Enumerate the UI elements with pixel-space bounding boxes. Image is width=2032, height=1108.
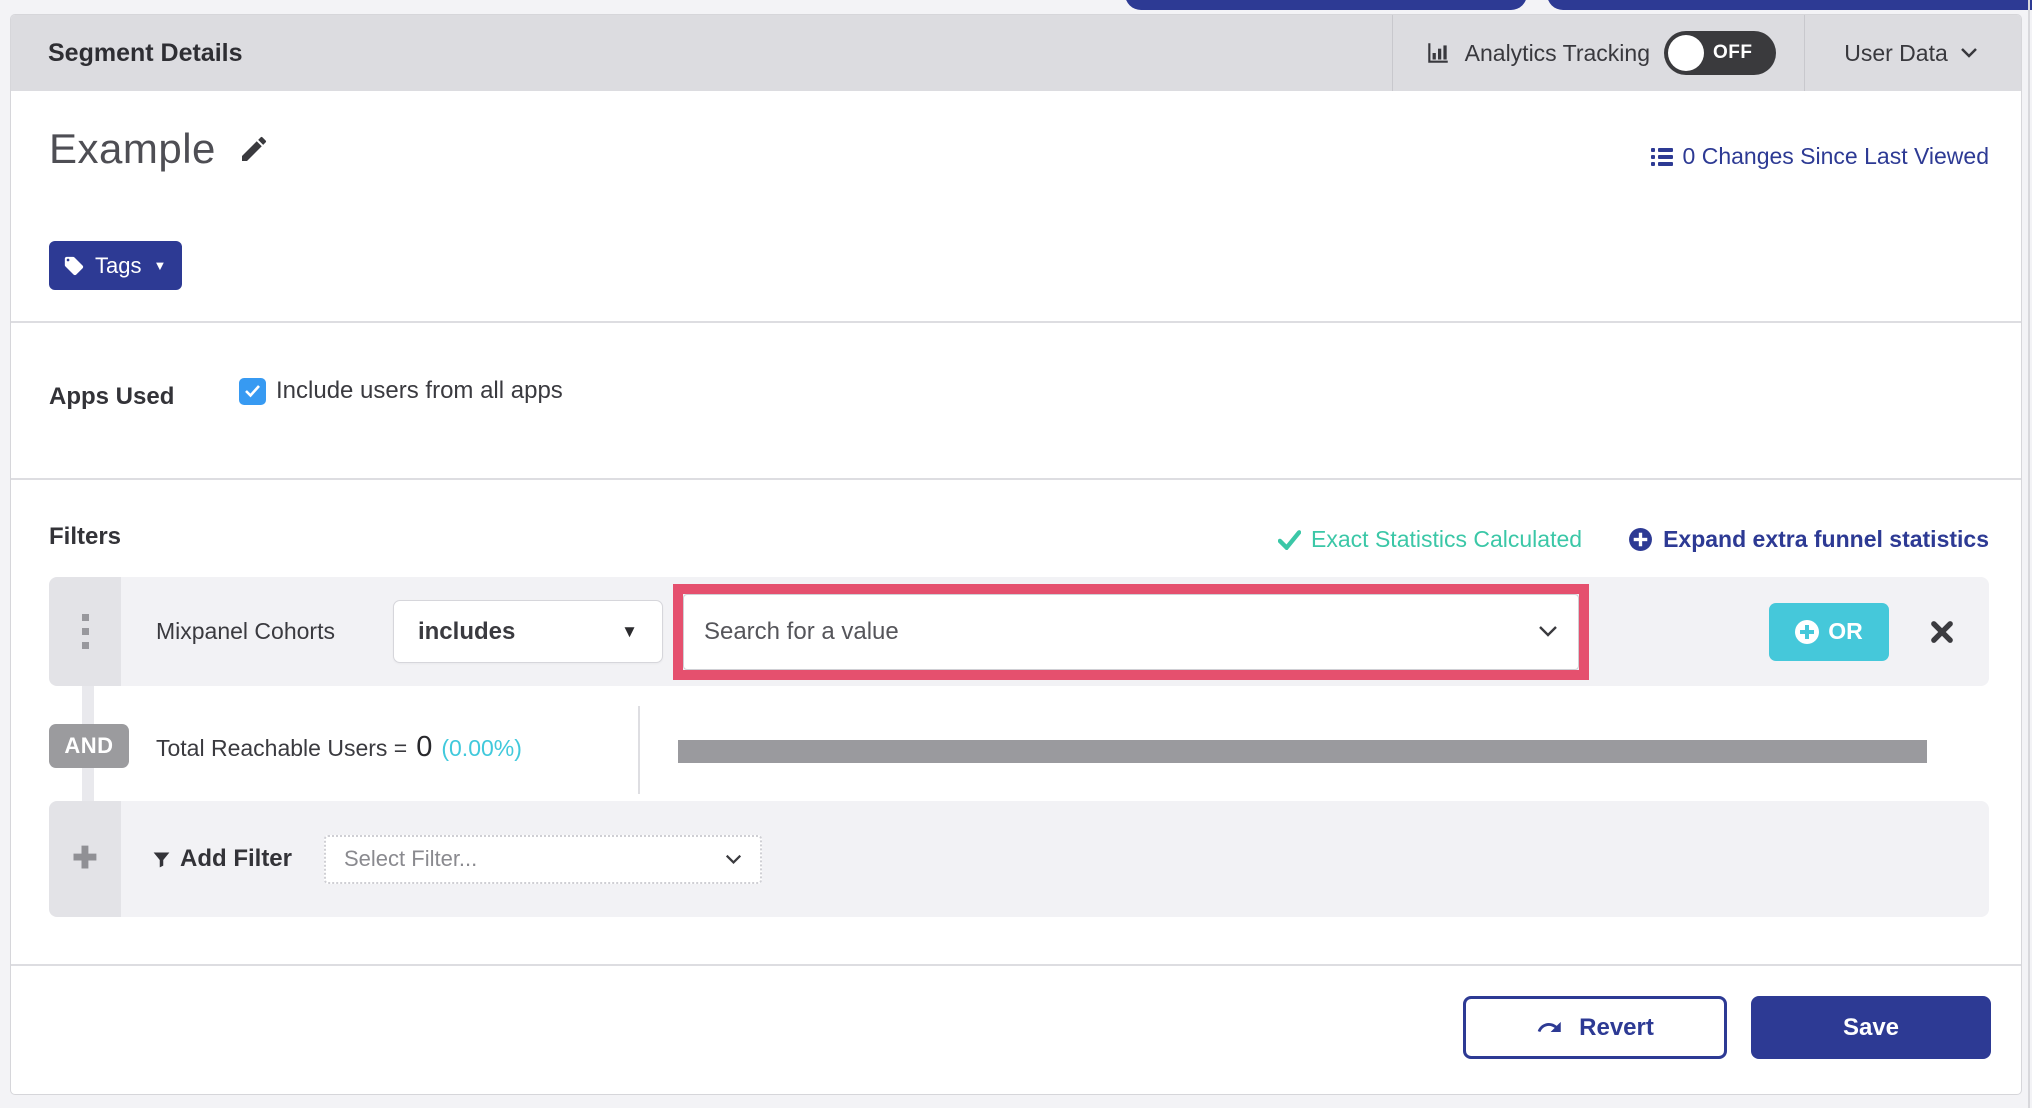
include-all-apps-checkbox[interactable] bbox=[239, 377, 266, 405]
include-all-apps-row: Include users from all apps bbox=[239, 377, 563, 405]
add-or-condition-button[interactable]: OR bbox=[1769, 602, 1889, 661]
chevron-down-icon bbox=[1538, 625, 1558, 638]
drag-handle[interactable] bbox=[49, 577, 121, 686]
check-icon bbox=[1278, 529, 1302, 550]
add-filter-body: Add Filter Select Filter... bbox=[121, 801, 1989, 917]
reachable-users-bar bbox=[678, 740, 1927, 763]
filter-name-label: Mixpanel Cohorts bbox=[156, 618, 335, 644]
caret-down-icon: ▼ bbox=[621, 621, 638, 641]
plus-circle-icon bbox=[1795, 619, 1820, 644]
top-cutoff-button-right[interactable] bbox=[1547, 0, 2032, 10]
add-filter-row: ✚ Add Filter Select Filter... bbox=[49, 801, 1989, 917]
filters-section: Filters Exact Statistics Calculated Expa… bbox=[11, 478, 2021, 964]
panel-title: Segment Details bbox=[48, 38, 243, 67]
analytics-tracking-group: Analytics Tracking OFF bbox=[1393, 15, 1804, 91]
tag-icon bbox=[63, 255, 85, 277]
filter-row: Mixpanel Cohorts includes ▼ Search for a… bbox=[49, 577, 1989, 686]
user-data-dropdown[interactable]: User Data bbox=[1805, 15, 2021, 91]
total-reachable-label: Total Reachable Users = bbox=[156, 735, 408, 761]
bar-chart-icon bbox=[1425, 40, 1451, 66]
include-all-apps-label: Include users from all apps bbox=[276, 377, 563, 404]
revert-button-label: Revert bbox=[1579, 1013, 1654, 1041]
remove-filter-icon[interactable] bbox=[1928, 618, 1956, 646]
value-select[interactable]: Search for a value bbox=[682, 593, 1579, 670]
chevron-down-icon bbox=[1960, 47, 1978, 59]
segment-name: Example bbox=[49, 125, 270, 173]
tags-button[interactable]: Tags ▼ bbox=[49, 241, 183, 290]
total-reachable-percent: (0.00%) bbox=[441, 735, 522, 761]
value-select-placeholder: Search for a value bbox=[703, 617, 899, 645]
toggle-state-label: OFF bbox=[1713, 42, 1753, 63]
expand-funnel-statistics-label: Expand extra funnel statistics bbox=[1663, 526, 1989, 552]
segment-name-text: Example bbox=[49, 125, 216, 172]
chevron-down-icon bbox=[725, 854, 742, 865]
analytics-tracking-label: Analytics Tracking bbox=[1464, 39, 1650, 66]
select-filter-dropdown[interactable]: Select Filter... bbox=[324, 834, 762, 884]
panel-header: Segment Details Analytics Tracking OFF U… bbox=[11, 15, 2021, 91]
edit-pencil-icon[interactable] bbox=[238, 133, 270, 165]
add-filter-label-group: Add Filter bbox=[151, 845, 292, 873]
caret-down-icon: ▼ bbox=[153, 258, 167, 273]
analytics-tracking-toggle[interactable]: OFF bbox=[1664, 31, 1776, 75]
top-cutoff-button-left[interactable] bbox=[1125, 0, 1527, 10]
total-reachable-users: Total Reachable Users = 0 (0.00%) bbox=[156, 731, 522, 764]
funnel-icon bbox=[151, 849, 172, 870]
tags-button-label: Tags bbox=[95, 252, 142, 278]
filters-title: Filters bbox=[49, 523, 122, 550]
add-filter-handle: ✚ bbox=[49, 801, 121, 917]
undo-icon bbox=[1536, 1014, 1563, 1041]
title-section: Example Tags ▼ 0 Changes Since Last View… bbox=[11, 91, 2021, 321]
or-button-label: OR bbox=[1828, 618, 1863, 644]
and-badge: AND bbox=[49, 724, 129, 768]
value-select-highlight: Search for a value bbox=[672, 583, 1589, 680]
toggle-knob bbox=[1668, 35, 1704, 71]
add-filter-label: Add Filter bbox=[180, 845, 292, 872]
operator-value: includes bbox=[417, 617, 516, 645]
changes-link-label: 0 Changes Since Last Viewed bbox=[1682, 143, 1989, 169]
scrollbar[interactable] bbox=[2028, 0, 2030, 1108]
total-reachable-value: 0 bbox=[416, 731, 433, 763]
operator-select[interactable]: includes ▼ bbox=[392, 600, 663, 663]
save-button[interactable]: Save bbox=[1751, 996, 1991, 1059]
vertical-divider bbox=[638, 706, 640, 794]
plus-icon: ✚ bbox=[72, 842, 98, 875]
changelog-list-icon bbox=[1650, 146, 1674, 168]
save-button-label: Save bbox=[1842, 1013, 1900, 1041]
apps-used-label: Apps Used bbox=[49, 383, 175, 410]
exact-statistics-label: Exact Statistics Calculated bbox=[1311, 526, 1583, 552]
revert-button[interactable]: Revert bbox=[1463, 996, 1727, 1059]
filters-stats-links: Exact Statistics Calculated Expand extra… bbox=[1278, 526, 1989, 553]
filter-row-body: Mixpanel Cohorts includes ▼ Search for a… bbox=[121, 577, 1989, 686]
exact-statistics-status: Exact Statistics Calculated bbox=[1278, 526, 1582, 553]
user-data-label: User Data bbox=[1844, 39, 1948, 66]
expand-funnel-statistics-link[interactable]: Expand extra funnel statistics bbox=[1628, 526, 1989, 553]
drag-dots-icon bbox=[81, 614, 89, 649]
apps-used-section: Apps Used Include users from all apps bbox=[11, 321, 2021, 478]
segment-details-card: Segment Details Analytics Tracking OFF U… bbox=[10, 14, 2022, 1095]
select-filter-placeholder: Select Filter... bbox=[344, 846, 478, 871]
changes-since-last-viewed-link[interactable]: 0 Changes Since Last Viewed bbox=[1650, 143, 1989, 170]
plus-circle-icon bbox=[1628, 527, 1653, 552]
footer-actions: Revert Save bbox=[11, 964, 2021, 1096]
